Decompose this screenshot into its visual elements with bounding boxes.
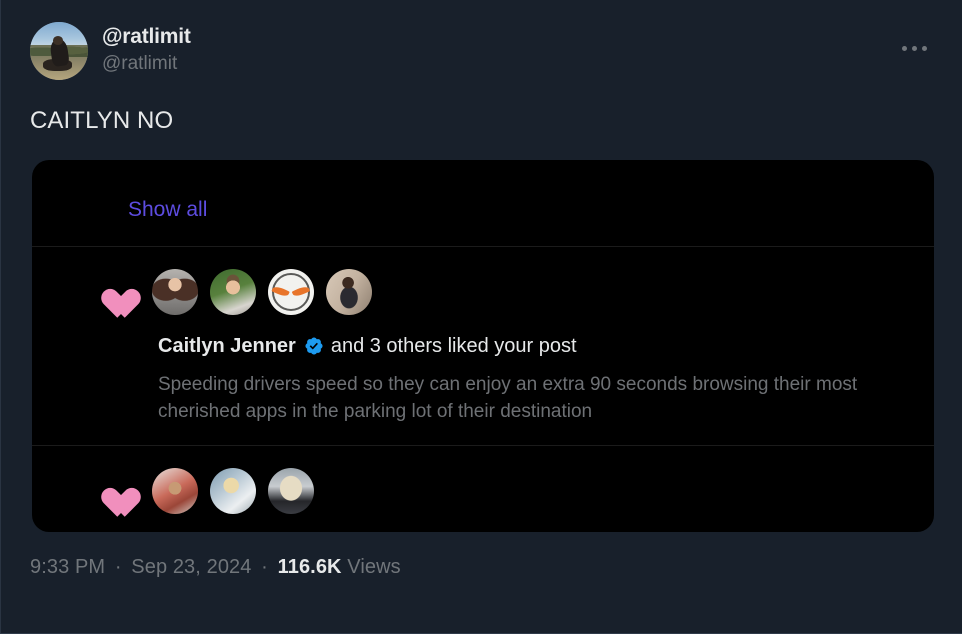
notification-action-text: and 3 others liked your post — [330, 335, 577, 357]
notification-post-preview: Speeding drivers speed so they can enjoy… — [158, 374, 858, 422]
more-dot-icon — [901, 45, 907, 51]
display-name[interactable]: @ratlimit — [102, 24, 191, 50]
liker-avatar-man-beard-greenery[interactable] — [210, 269, 256, 315]
tweet-header: @ratlimit @ratlimit — [30, 22, 934, 80]
avatar-rider-head — [53, 35, 64, 45]
tweet-text: CAITLYN NO — [30, 107, 174, 134]
clipped-top-row — [32, 160, 934, 173]
heart-icon — [94, 276, 130, 308]
more-dot-icon — [921, 45, 927, 51]
notification-actor[interactable]: Caitlyn Jenner — [158, 333, 296, 359]
notification-item[interactable] — [32, 446, 934, 514]
liker-avatar-dog-in-suit[interactable] — [268, 468, 314, 514]
meta-separator: · — [261, 556, 268, 578]
avatar[interactable] — [30, 22, 88, 80]
heart-icon — [94, 475, 130, 507]
liker-avatar-blonde-woman-car[interactable] — [210, 468, 256, 514]
views-label: Views — [347, 556, 401, 578]
notification-title: Caitlyn Jenner and 3 others liked your p… — [94, 333, 910, 359]
notification-item[interactable]: Caitlyn Jenner and 3 others liked your p… — [32, 247, 934, 446]
user-handle[interactable]: @ratlimit — [102, 52, 191, 76]
liker-avatar-bike-wheel-logo[interactable] — [268, 269, 314, 315]
show-all-row: Show all — [32, 173, 934, 247]
liker-avatar-strip — [94, 269, 910, 315]
tweet-meta: 9:33 PM · Sep 23, 2024 · 116.6K Views — [30, 554, 934, 580]
name-block: @ratlimit @ratlimit — [102, 22, 191, 76]
more-dot-icon — [911, 45, 917, 51]
tweet-time: 9:33 PM — [30, 556, 106, 578]
verified-badge-icon — [304, 336, 324, 356]
more-options-button[interactable] — [894, 36, 934, 60]
liker-avatar-woman-sunglasses[interactable] — [326, 269, 372, 315]
views-count: 116.6K — [277, 556, 342, 578]
tweet-date: Sep 23, 2024 — [131, 556, 252, 578]
tweet-container: @ratlimit @ratlimit CAITLYN NO Show all — [0, 0, 962, 580]
liker-avatar-man-sunglasses-red[interactable] — [152, 468, 198, 514]
liker-avatar-woman-long-hair[interactable] — [152, 269, 198, 315]
liker-avatar-strip — [94, 468, 910, 514]
show-all-link[interactable]: Show all — [128, 197, 207, 223]
meta-separator: · — [114, 556, 122, 578]
embedded-media-card[interactable]: Show all Caitlyn Jenner and 3 others lik… — [32, 160, 934, 532]
